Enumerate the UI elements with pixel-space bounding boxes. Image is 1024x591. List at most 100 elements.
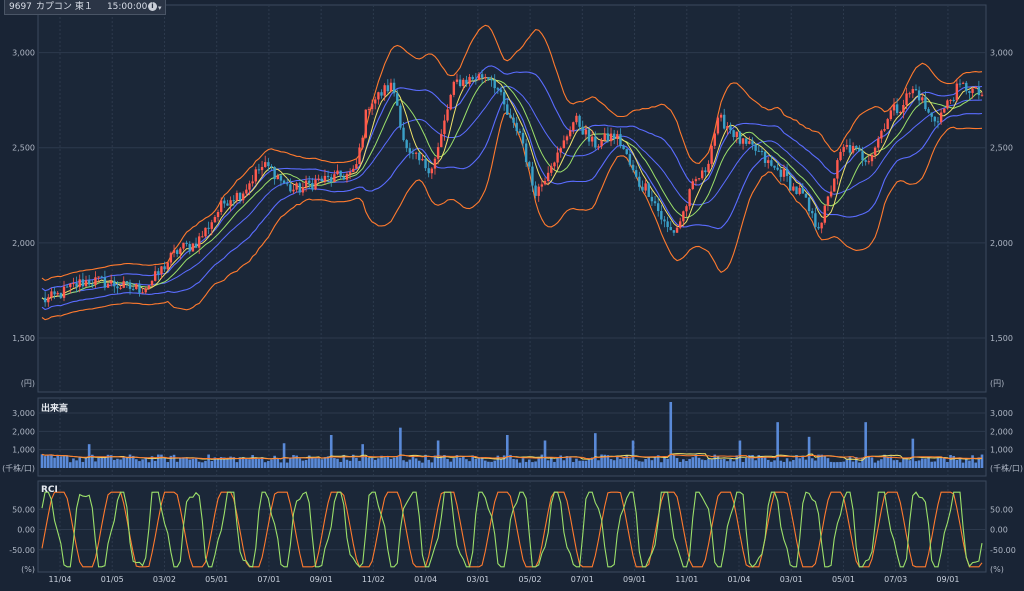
candle-body [521,132,525,144]
volume-bar [968,460,971,468]
candle-body [141,292,144,294]
volume-bar [534,461,537,468]
volume-bar [930,461,933,468]
volume-unit-left: (千株/口) [2,463,35,473]
candle-body [609,133,613,142]
candle-body [716,117,720,134]
candle-body [106,283,110,288]
candle-body [169,252,173,263]
volume-bar [465,459,468,468]
candle-body [867,161,871,163]
candle-body [163,266,166,270]
volume-bar [68,462,72,468]
volume-bar [320,459,324,468]
candle-body [688,189,691,207]
volume-bar [339,461,342,468]
candle-body [883,129,886,131]
volume-bar [207,454,210,468]
volume-bar [792,459,795,468]
candle-body [94,277,97,285]
candle-body [433,158,437,169]
volume-bar [597,460,600,468]
candle-body [380,92,383,96]
volume-bar [65,456,69,468]
volume-bar [836,462,839,468]
candle-body [502,92,506,105]
candle-body [91,284,94,286]
candle-body [427,168,430,174]
volume-bar [311,457,314,468]
volume-bar [704,460,707,468]
volume-bar [490,461,493,468]
candle-body [361,137,364,148]
candle-body [109,280,113,284]
volume-bar [122,457,126,468]
candle-body [656,203,660,212]
candle-body [647,183,650,197]
candle-body [650,196,654,202]
candle-body [936,121,940,123]
candle-body [506,104,509,115]
volume-bar [103,456,107,468]
symbol-header[interactable]: 9697 カプコン 東１ 15:00:00 i ▾ [4,0,166,15]
volume-bar [521,458,525,468]
volume-bar [386,456,390,468]
info-icon[interactable]: i [148,2,157,11]
candle-body [914,89,918,91]
candle-body [446,109,449,121]
candle-body [160,266,163,275]
dropdown-chevron-icon[interactable]: ▾ [158,1,162,15]
volume-bar [179,458,182,468]
candle-body [113,280,116,287]
candle-body [53,291,56,295]
volume-bar [56,455,60,468]
volume-bar [974,462,978,468]
volume-panel-title: 出来高 [41,404,69,414]
candle-body [745,138,748,144]
candle-body [798,187,801,194]
volume-bar [980,454,984,468]
volume-bar [163,457,166,468]
volume-bar [493,460,497,468]
candle-body [122,281,125,288]
candle-body [701,170,704,179]
x-tick-label: 03/01 [780,575,803,584]
volume-bar [688,458,691,468]
volume-bar [766,459,770,468]
volume-bar [858,462,861,468]
volume-bar [452,458,456,468]
volume-bar [188,459,192,468]
candle-body [267,162,270,167]
volume-bar [587,459,591,468]
volume-bar [355,457,358,468]
candle-body [157,271,160,275]
candle-body [226,203,229,206]
volume-bar [669,402,673,468]
candle-body [87,280,91,285]
volume-bar [946,461,949,468]
candle-body [578,115,581,127]
volume-bar [700,459,704,468]
candle-body [440,134,443,148]
volume-bar [572,462,575,468]
candle-body [342,176,346,180]
candle-body [880,130,883,139]
x-tick-label: 01/04 [727,575,750,584]
volume-bar [138,461,141,468]
candle-body [408,148,412,153]
volume-bar [392,457,396,468]
candle-body [763,151,767,163]
candle-body [839,151,842,161]
candle-body [622,145,625,150]
chart-canvas[interactable]: 11/04 01/05 03/02 05/01 07/01 09/01 11/02 01/04… [0,0,1024,587]
volume-bar [732,461,735,468]
price-y-tick-left: 2,500 [12,144,35,153]
volume-bar [936,457,940,468]
candle-body [207,227,210,229]
volume-y-tick-right: 2,000 [990,427,1013,436]
candle-body [553,162,556,167]
volume-bar [50,454,53,468]
volume-bar [333,458,336,468]
rci-y-tick-left: -50.00 [9,546,35,555]
volume-bar [867,455,871,468]
